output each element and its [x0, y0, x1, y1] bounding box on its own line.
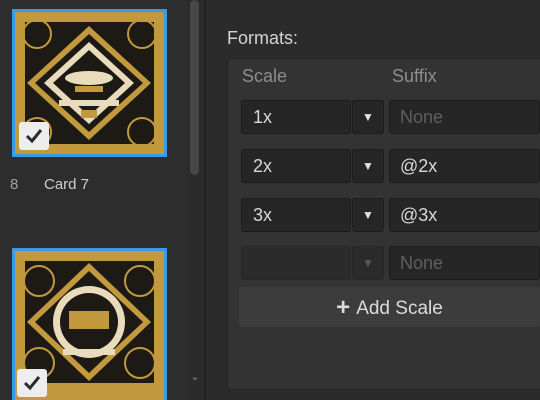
- suffix-column-header: Suffix: [392, 66, 437, 86]
- check-icon: [23, 376, 41, 391]
- card-name: Card 7: [44, 176, 90, 193]
- dropdown-triangle-icon[interactable]: ▼: [352, 100, 384, 134]
- thumbnails-scrollbar-thumb[interactable]: [190, 0, 199, 175]
- add-scale-label: Add Scale: [356, 298, 443, 319]
- plus-icon: +: [336, 294, 351, 321]
- card-select-checkbox[interactable]: [17, 369, 47, 397]
- chevron-down-icon[interactable]: ⌄: [189, 371, 201, 383]
- check-icon: [25, 129, 43, 144]
- suffix-input-3[interactable]: @3x: [389, 198, 540, 232]
- artboard-thumbnails-panel: 8 Card 7 ⌄: [0, 0, 204, 400]
- suffix-input-2[interactable]: @2x: [389, 149, 540, 183]
- scale-select-1[interactable]: 1x: [241, 100, 351, 134]
- suffix-input-1[interactable]: None: [389, 100, 540, 134]
- card-select-checkbox[interactable]: [19, 122, 49, 150]
- add-scale-button[interactable]: + Add Scale: [239, 287, 540, 327]
- card-number: 8: [10, 176, 19, 193]
- dropdown-triangle-icon: ▼: [352, 246, 384, 280]
- scale-column-header: Scale: [242, 66, 288, 86]
- dropdown-triangle-icon[interactable]: ▼: [352, 198, 384, 232]
- scale-select-2[interactable]: 2x: [241, 149, 351, 183]
- formats-label: Formats:: [227, 28, 299, 48]
- scale-select-3[interactable]: 3x: [241, 198, 351, 232]
- card-thumbnail-7[interactable]: [12, 9, 167, 157]
- card-caption: 8 Card 7: [10, 176, 89, 196]
- dropdown-triangle-icon[interactable]: ▼: [352, 149, 384, 183]
- panel-divider: [204, 0, 206, 400]
- scale-select-4: [241, 246, 351, 280]
- suffix-input-4: None: [389, 246, 540, 280]
